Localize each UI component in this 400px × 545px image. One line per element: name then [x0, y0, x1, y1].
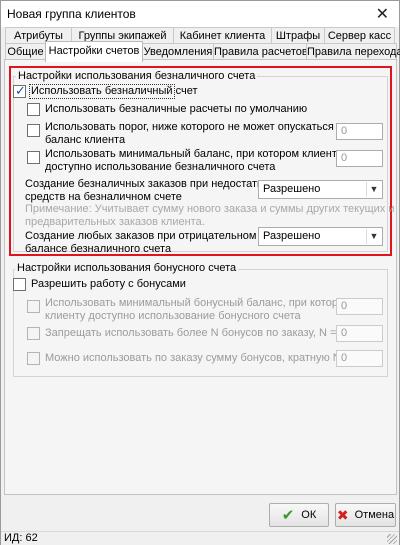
cross-icon: ✖	[336, 506, 349, 523]
insufficient-funds-select[interactable]: Разрешено ▼	[258, 180, 383, 199]
close-icon[interactable]: ✕	[376, 4, 389, 24]
status-bar: ИД: 62	[1, 531, 399, 545]
chevron-down-icon[interactable]: ▼	[366, 182, 381, 197]
note-line2: предварительных заказов клиента.	[25, 216, 205, 228]
use-cashless-checkbox[interactable]	[13, 83, 26, 99]
dialog-window: Новая группа клиентов ✕ Атрибуты Группы …	[0, 0, 400, 545]
forbid-bonus-input[interactable]: 0	[336, 325, 383, 342]
forbid-bonus-checkbox[interactable]	[27, 327, 40, 340]
cashless-group-title: Настройки использования безналичного сче…	[16, 70, 258, 83]
note-line1: Примечание: Учитывает сумму нового заказ…	[25, 203, 395, 215]
threshold-input[interactable]: 0	[336, 123, 383, 140]
negative-balance-label-line2: балансе безналичного счета	[25, 243, 172, 255]
title-bar: Новая группа клиентов ✕	[1, 1, 399, 27]
threshold-label-line1: Использовать порог, ниже которого не мож…	[45, 121, 334, 133]
min-bonus-label-line1: Использовать минимальный бонусный баланс…	[45, 297, 352, 309]
min-balance-label-line1: Использовать минимальный баланс, при кот…	[45, 148, 343, 160]
status-id: ИД: 62	[4, 532, 38, 544]
insufficient-funds-label-line1: Создание безналичных заказов при недоста…	[25, 178, 269, 190]
checkmark-icon: ✔	[281, 507, 295, 524]
ok-button[interactable]: ✔ ОК	[269, 503, 329, 527]
cancel-button-label: Отмена	[354, 509, 395, 521]
forbid-bonus-label: Запрещать использовать более N бонусов п…	[45, 327, 337, 339]
min-balance-label-line2: доступно использование безналичного счет…	[45, 161, 276, 173]
negative-balance-label-line1: Создание любых заказов при отрицательном	[25, 230, 257, 242]
threshold-label-line2: баланс клиента	[45, 134, 126, 146]
multiple-bonus-input[interactable]: 0	[336, 350, 383, 367]
multiple-bonus-label: Можно использовать по заказу сумму бонус…	[45, 352, 365, 364]
min-bonus-checkbox[interactable]	[27, 300, 40, 313]
use-cashless-label: Использовать безналичный счет	[31, 85, 198, 97]
tab-content-panel: Настройки использования безналичного сче…	[4, 59, 397, 495]
allow-bonus-label: Разрешить работу с бонусами	[31, 278, 186, 290]
negative-balance-value: Разрешено	[263, 230, 321, 242]
default-cashless-label: Использовать безналичные расчеты по умол…	[45, 103, 308, 115]
threshold-checkbox[interactable]	[27, 124, 40, 137]
insufficient-funds-value: Разрешено	[263, 183, 321, 195]
min-balance-input[interactable]: 0	[336, 150, 383, 167]
allow-bonus-checkbox[interactable]	[13, 278, 26, 291]
negative-balance-select[interactable]: Разрешено ▼	[258, 227, 383, 246]
default-cashless-checkbox[interactable]	[27, 103, 40, 116]
multiple-bonus-checkbox[interactable]	[27, 352, 40, 365]
chevron-down-icon[interactable]: ▼	[366, 229, 381, 244]
cancel-button[interactable]: ✖ Отмена	[335, 503, 396, 527]
window-title: Новая группа клиентов	[7, 7, 136, 21]
bonus-group-title: Настройки использования бонусного счета	[15, 262, 239, 275]
min-bonus-input[interactable]: 0	[336, 298, 383, 315]
tab-account-settings[interactable]: Настройки счетов	[45, 41, 143, 62]
resize-grip-icon[interactable]	[387, 534, 397, 544]
min-balance-checkbox[interactable]	[27, 151, 40, 164]
ok-button-label: ОК	[301, 509, 317, 521]
min-bonus-label-line2: клиенту доступно использование бонусного…	[45, 310, 301, 322]
